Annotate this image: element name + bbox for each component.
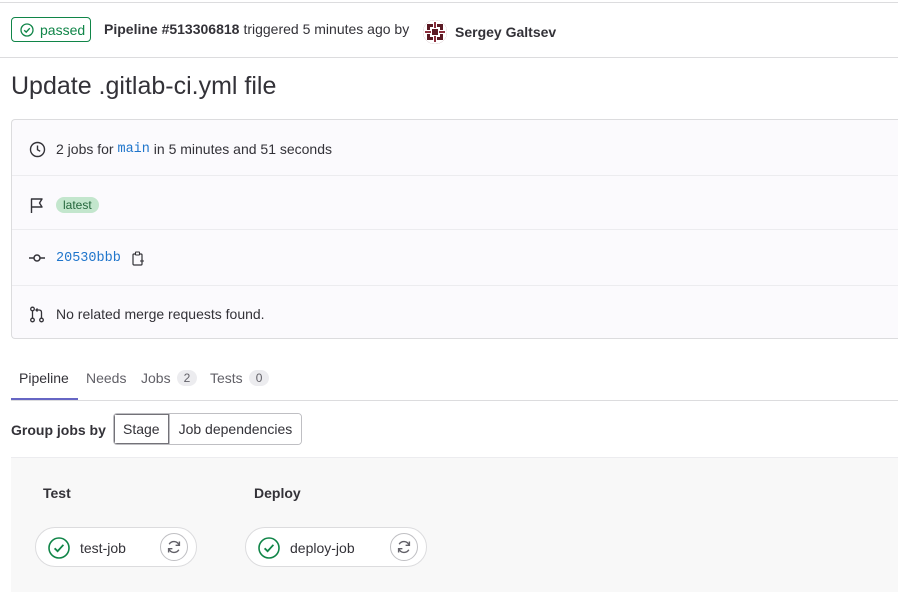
job-name: deploy-job <box>290 540 355 556</box>
header-divider <box>0 57 898 58</box>
status-success-icon <box>48 537 70 559</box>
tab-label: Needs <box>86 370 127 386</box>
branch-link[interactable]: main <box>117 142 149 157</box>
tab-label: Pipeline <box>19 370 69 386</box>
job-name: test-job <box>80 540 126 556</box>
info-divider <box>12 175 898 176</box>
group-by-toggle: Stage Job dependencies <box>113 413 303 445</box>
avatar[interactable] <box>423 20 447 44</box>
pipeline-status-badge[interactable]: passed <box>11 17 91 42</box>
status-label: passed <box>40 21 86 38</box>
info-row-tags: latest <box>12 195 898 215</box>
tests-count-badge: 0 <box>248 370 270 386</box>
group-by-dependencies-button[interactable]: Job dependencies <box>168 414 302 444</box>
top-divider <box>0 2 898 3</box>
group-by-stage-button[interactable]: Stage <box>114 414 169 444</box>
tab-pipeline[interactable]: Pipeline <box>19 370 69 386</box>
merge-requests-text: No related merge requests found. <box>56 306 265 322</box>
status-success-icon <box>258 537 280 559</box>
info-divider <box>12 229 898 230</box>
commit-sha-link[interactable]: 20530bbb <box>56 251 121 266</box>
pipeline-info-panel: 2 jobs for main in 5 minutes and 51 seco… <box>11 119 898 339</box>
commit-icon <box>28 249 46 267</box>
tab-jobs[interactable]: Jobs 2 <box>141 370 198 386</box>
jobs-count-badge: 2 <box>176 370 198 386</box>
copy-icon[interactable] <box>132 250 145 266</box>
retry-icon[interactable] <box>390 533 418 561</box>
latest-badge: latest <box>56 197 99 213</box>
info-row-commit: 20530bbb <box>12 248 898 268</box>
flag-icon <box>28 196 46 214</box>
tab-label: Tests <box>210 370 243 386</box>
tab-needs[interactable]: Needs <box>86 370 126 386</box>
pipeline-summary: Pipeline #513306818 triggered 5 minutes … <box>104 21 413 37</box>
author-name[interactable]: Sergey Galtsev <box>455 24 556 40</box>
jobs-count-text: 2 jobs for <box>56 141 114 157</box>
stage-title-test: Test <box>43 485 71 501</box>
stage-title-deploy: Deploy <box>254 485 301 501</box>
merge-request-icon <box>28 305 46 323</box>
duration-text: in 5 minutes and 51 seconds <box>153 141 333 157</box>
pipeline-id: Pipeline #513306818 <box>104 21 240 37</box>
page-title: Update .gitlab-ci.yml file <box>11 72 277 100</box>
tabs-divider <box>11 400 898 401</box>
retry-icon[interactable] <box>160 533 188 561</box>
status-success-icon <box>20 22 34 37</box>
job-deploy[interactable]: deploy-job <box>245 527 427 567</box>
active-tab-indicator <box>11 398 78 400</box>
tab-label: Jobs <box>141 370 171 386</box>
job-test[interactable]: test-job <box>35 527 197 567</box>
info-divider <box>12 285 898 286</box>
tab-tests[interactable]: Tests 0 <box>210 370 270 386</box>
pipeline-tabs: Pipeline Needs Jobs 2 Tests 0 <box>11 360 898 401</box>
triggered-text: triggered 5 minutes ago by <box>243 21 410 37</box>
info-row-merge-requests: No related merge requests found. <box>12 304 898 324</box>
clock-icon <box>28 140 46 158</box>
pipeline-graph: Test test-job Deploy deploy-job <box>11 457 898 592</box>
group-jobs-label: Group jobs by <box>11 422 106 438</box>
info-row-jobs: 2 jobs for main in 5 minutes and 51 seco… <box>12 139 898 159</box>
